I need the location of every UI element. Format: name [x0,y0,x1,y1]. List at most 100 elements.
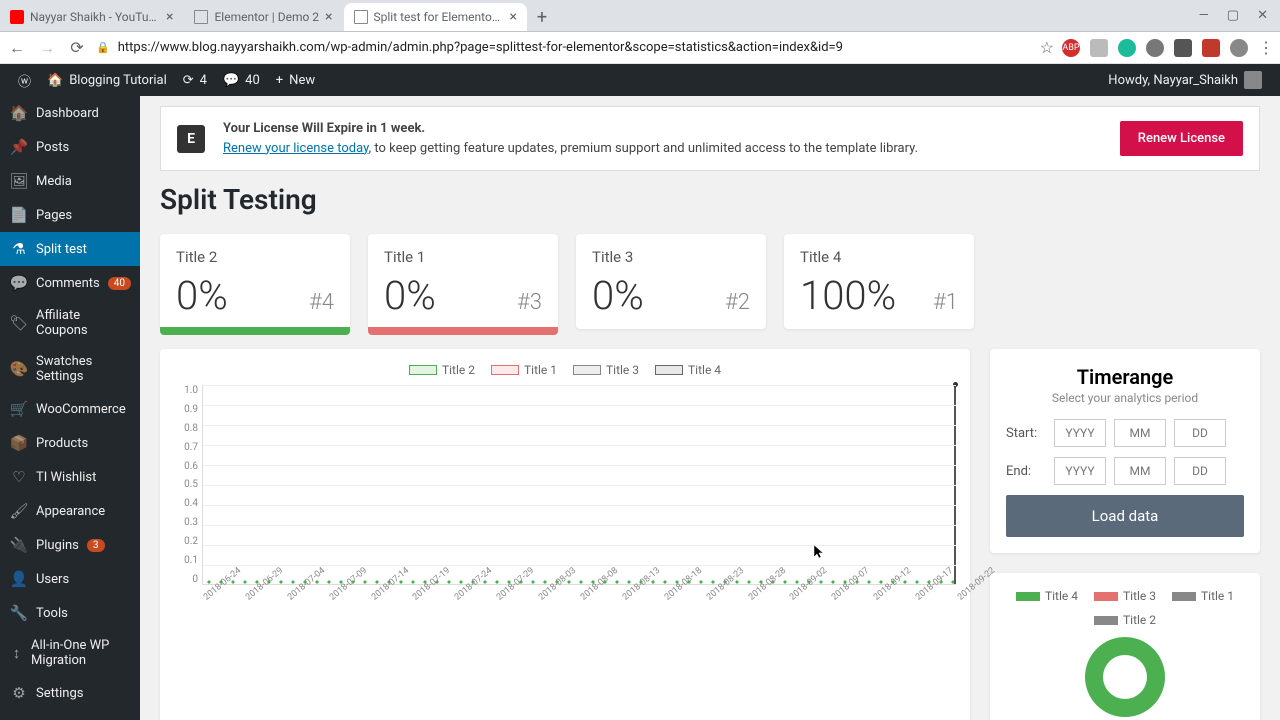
y-tick-label: 0.5 [174,479,198,490]
wp-logo[interactable]: ⓦ [10,71,39,90]
extension-icon[interactable] [1090,39,1108,57]
lock-icon: 🔒 [96,41,110,54]
howdy-account[interactable]: Howdy, Nayyar_Shaikh [1100,71,1270,89]
sidebar-item-plugins[interactable]: 🔌Plugins3 [0,528,140,562]
abp-extension-icon[interactable]: ABP [1062,39,1080,57]
start-month-input[interactable] [1114,419,1166,447]
sidebar-item-swatches-settings[interactable]: 🎨 Swatches Settings [0,346,140,392]
minimize-icon[interactable]: — [1199,8,1209,23]
donut-legend-item[interactable]: Title 2 [1094,613,1156,627]
menu-icon: 🎨 [10,360,28,378]
sidebar-item-tools[interactable]: 🔧Tools [0,596,140,630]
sidebar-item-pages[interactable]: 📄Pages [0,198,140,232]
sidebar-item-products[interactable]: 📦Products [0,426,140,460]
stats-cards-row: Title 2 0%#4 Title 1 0%#3 Title 3 0%#2 T… [160,234,1260,329]
timerange-title: Timerange [1006,365,1244,389]
close-icon[interactable]: × [325,9,332,25]
license-notice: E Your License Will Expire in 1 week. Re… [160,106,1260,171]
maximize-icon[interactable]: ▢ [1227,8,1239,23]
back-button[interactable]: ← [6,37,28,59]
menu-label: Affiliate Coupons [36,308,130,338]
donut-legend-item[interactable]: Title 1 [1172,589,1234,603]
legend-item[interactable]: Title 3 [573,363,639,377]
stat-card: Title 2 0%#4 [160,234,350,329]
y-tick-label: 0.7 [174,442,198,453]
menu-icon: 🔧 [10,604,28,622]
menu-label: Plugins [36,538,79,553]
sidebar-item-affiliate-coupons[interactable]: 🏷 Affiliate Coupons [0,300,140,346]
stat-card: Title 3 0%#2 [576,234,766,329]
legend-item[interactable]: Title 4 [655,363,721,377]
menu-icon[interactable]: ⋮ [1258,38,1274,57]
end-month-input[interactable] [1114,457,1166,485]
end-day-input[interactable] [1174,457,1226,485]
donut-legend-item[interactable]: Title 4 [1016,589,1078,603]
new-tab-button[interactable]: + [528,3,556,31]
sidebar-item-media[interactable]: 🖼Media [0,164,140,198]
comments-link[interactable]: 💬 40 [215,73,268,88]
browser-tab[interactable]: Nayyar Shaikh - YouTube × [0,3,183,31]
card-accent-bar [368,327,558,335]
card-title: Title 4 [800,248,958,266]
menu-label: Swatches Settings [36,354,130,384]
new-content-link[interactable]: + New [268,73,323,88]
address-bar[interactable]: https://www.blog.nayyarshaikh.com/wp-adm… [118,40,1032,55]
profile-avatar-icon[interactable] [1230,39,1248,57]
legend-swatch [491,365,519,375]
menu-icon: 🖼 [10,172,28,190]
sidebar-item-users[interactable]: 👤Users [0,562,140,596]
card-accent-bar [160,327,350,335]
legend-label: Title 3 [606,363,639,377]
close-window-icon[interactable]: ✕ [1257,8,1268,23]
start-year-input[interactable] [1054,419,1106,447]
extension-icon[interactable] [1118,39,1136,57]
sidebar-item-woocommerce[interactable]: 🛒WooCommerce [0,392,140,426]
y-tick-label: 0.3 [174,517,198,528]
y-tick-label: 1.0 [174,385,198,396]
legend-item[interactable]: Title 2 [409,363,475,377]
end-year-input[interactable] [1054,457,1106,485]
legend-item[interactable]: Title 1 [491,363,557,377]
legend-swatch [1016,592,1040,601]
card-title: Title 1 [384,248,542,266]
sidebar-item-posts[interactable]: 📌Posts [0,130,140,164]
extension-icon[interactable] [1174,39,1192,57]
document-favicon [194,10,208,24]
sidebar-item-split-test[interactable]: ⚗Split test [0,232,140,266]
extension-icon[interactable] [1146,39,1164,57]
sidebar-item-appearance[interactable]: 🖌Appearance [0,494,140,528]
card-rank: #3 [517,290,542,315]
y-tick-label: 0.8 [174,423,198,434]
sidebar-item-ti-wishlist[interactable]: ♡TI Wishlist [0,460,140,494]
end-label: End: [1006,464,1046,479]
updates-link[interactable]: ⟳ 4 [175,73,215,88]
site-name[interactable]: 🏠 Blogging Tutorial [39,73,175,88]
timerange-panel: Timerange Select your analytics period S… [990,349,1260,553]
close-icon[interactable]: × [166,9,173,25]
sidebar-item-elements[interactable]: ▦Elements [0,710,140,720]
load-data-button[interactable]: Load data [1006,495,1244,537]
donut-legend-item[interactable]: Title 3 [1094,589,1156,603]
browser-tab[interactable]: Elementor | Demo 2 × [184,3,342,31]
start-day-input[interactable] [1174,419,1226,447]
sidebar-item-all-in-one-wp-migration[interactable]: ↕All-in-One WP Migration [0,630,140,676]
star-icon[interactable]: ☆ [1040,38,1054,57]
legend-swatch [409,365,437,375]
forward-button[interactable]: → [36,37,58,59]
sidebar-item-dashboard[interactable]: 🏠Dashboard [0,96,140,130]
close-icon[interactable]: × [510,9,517,25]
extension-icon[interactable] [1202,39,1220,57]
reload-button[interactable]: ⟳ [66,37,88,59]
menu-icon: 🏷 [10,314,28,332]
renew-license-button[interactable]: Renew License [1120,121,1243,156]
browser-toolbar: ← → ⟳ 🔒 https://www.blog.nayyarshaikh.co… [0,32,1280,64]
stat-card: Title 1 0%#3 [368,234,558,329]
sidebar-item-comments[interactable]: 💬Comments40 [0,266,140,300]
renew-license-link[interactable]: Renew your license today [223,141,369,156]
donut-chart [1085,637,1165,717]
browser-tab-active[interactable]: Split test for Elementor ‹ Bloggin... × [344,3,527,31]
sidebar-item-settings[interactable]: ⚙Settings [0,676,140,710]
y-tick-label: 0 [174,574,198,585]
menu-icon: 📌 [10,138,28,156]
card-percentage: 0% [176,272,228,319]
